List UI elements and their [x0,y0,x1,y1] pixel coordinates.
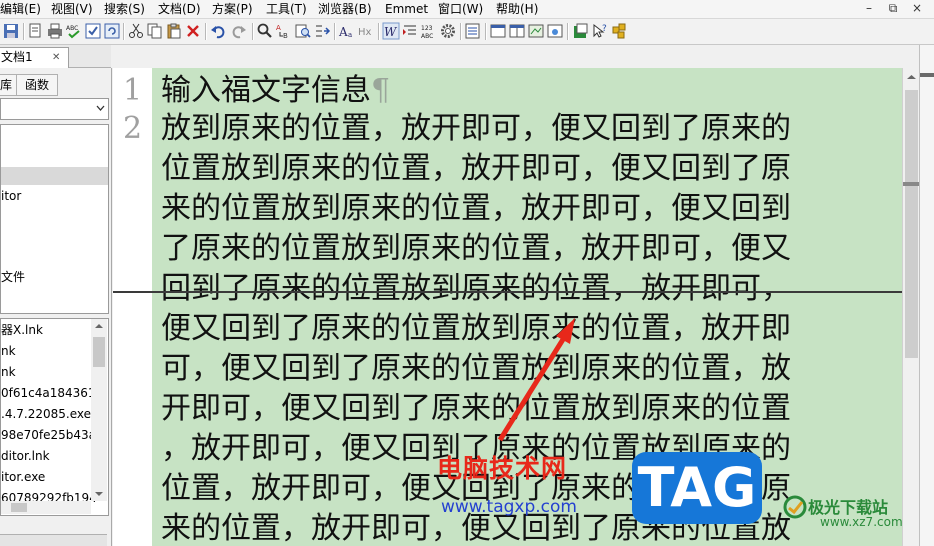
watermark-url: www.tagxp.com [441,497,577,517]
watermark-xz-url: www.xz7.com [820,515,903,529]
annotation-arrow-head [556,318,575,344]
xz-logo-icon [783,495,807,519]
watermark-tag-badge: TAG [632,452,762,524]
annotation-arrow [497,331,570,442]
watermark-site-name: 电脑技术网 [437,454,568,483]
